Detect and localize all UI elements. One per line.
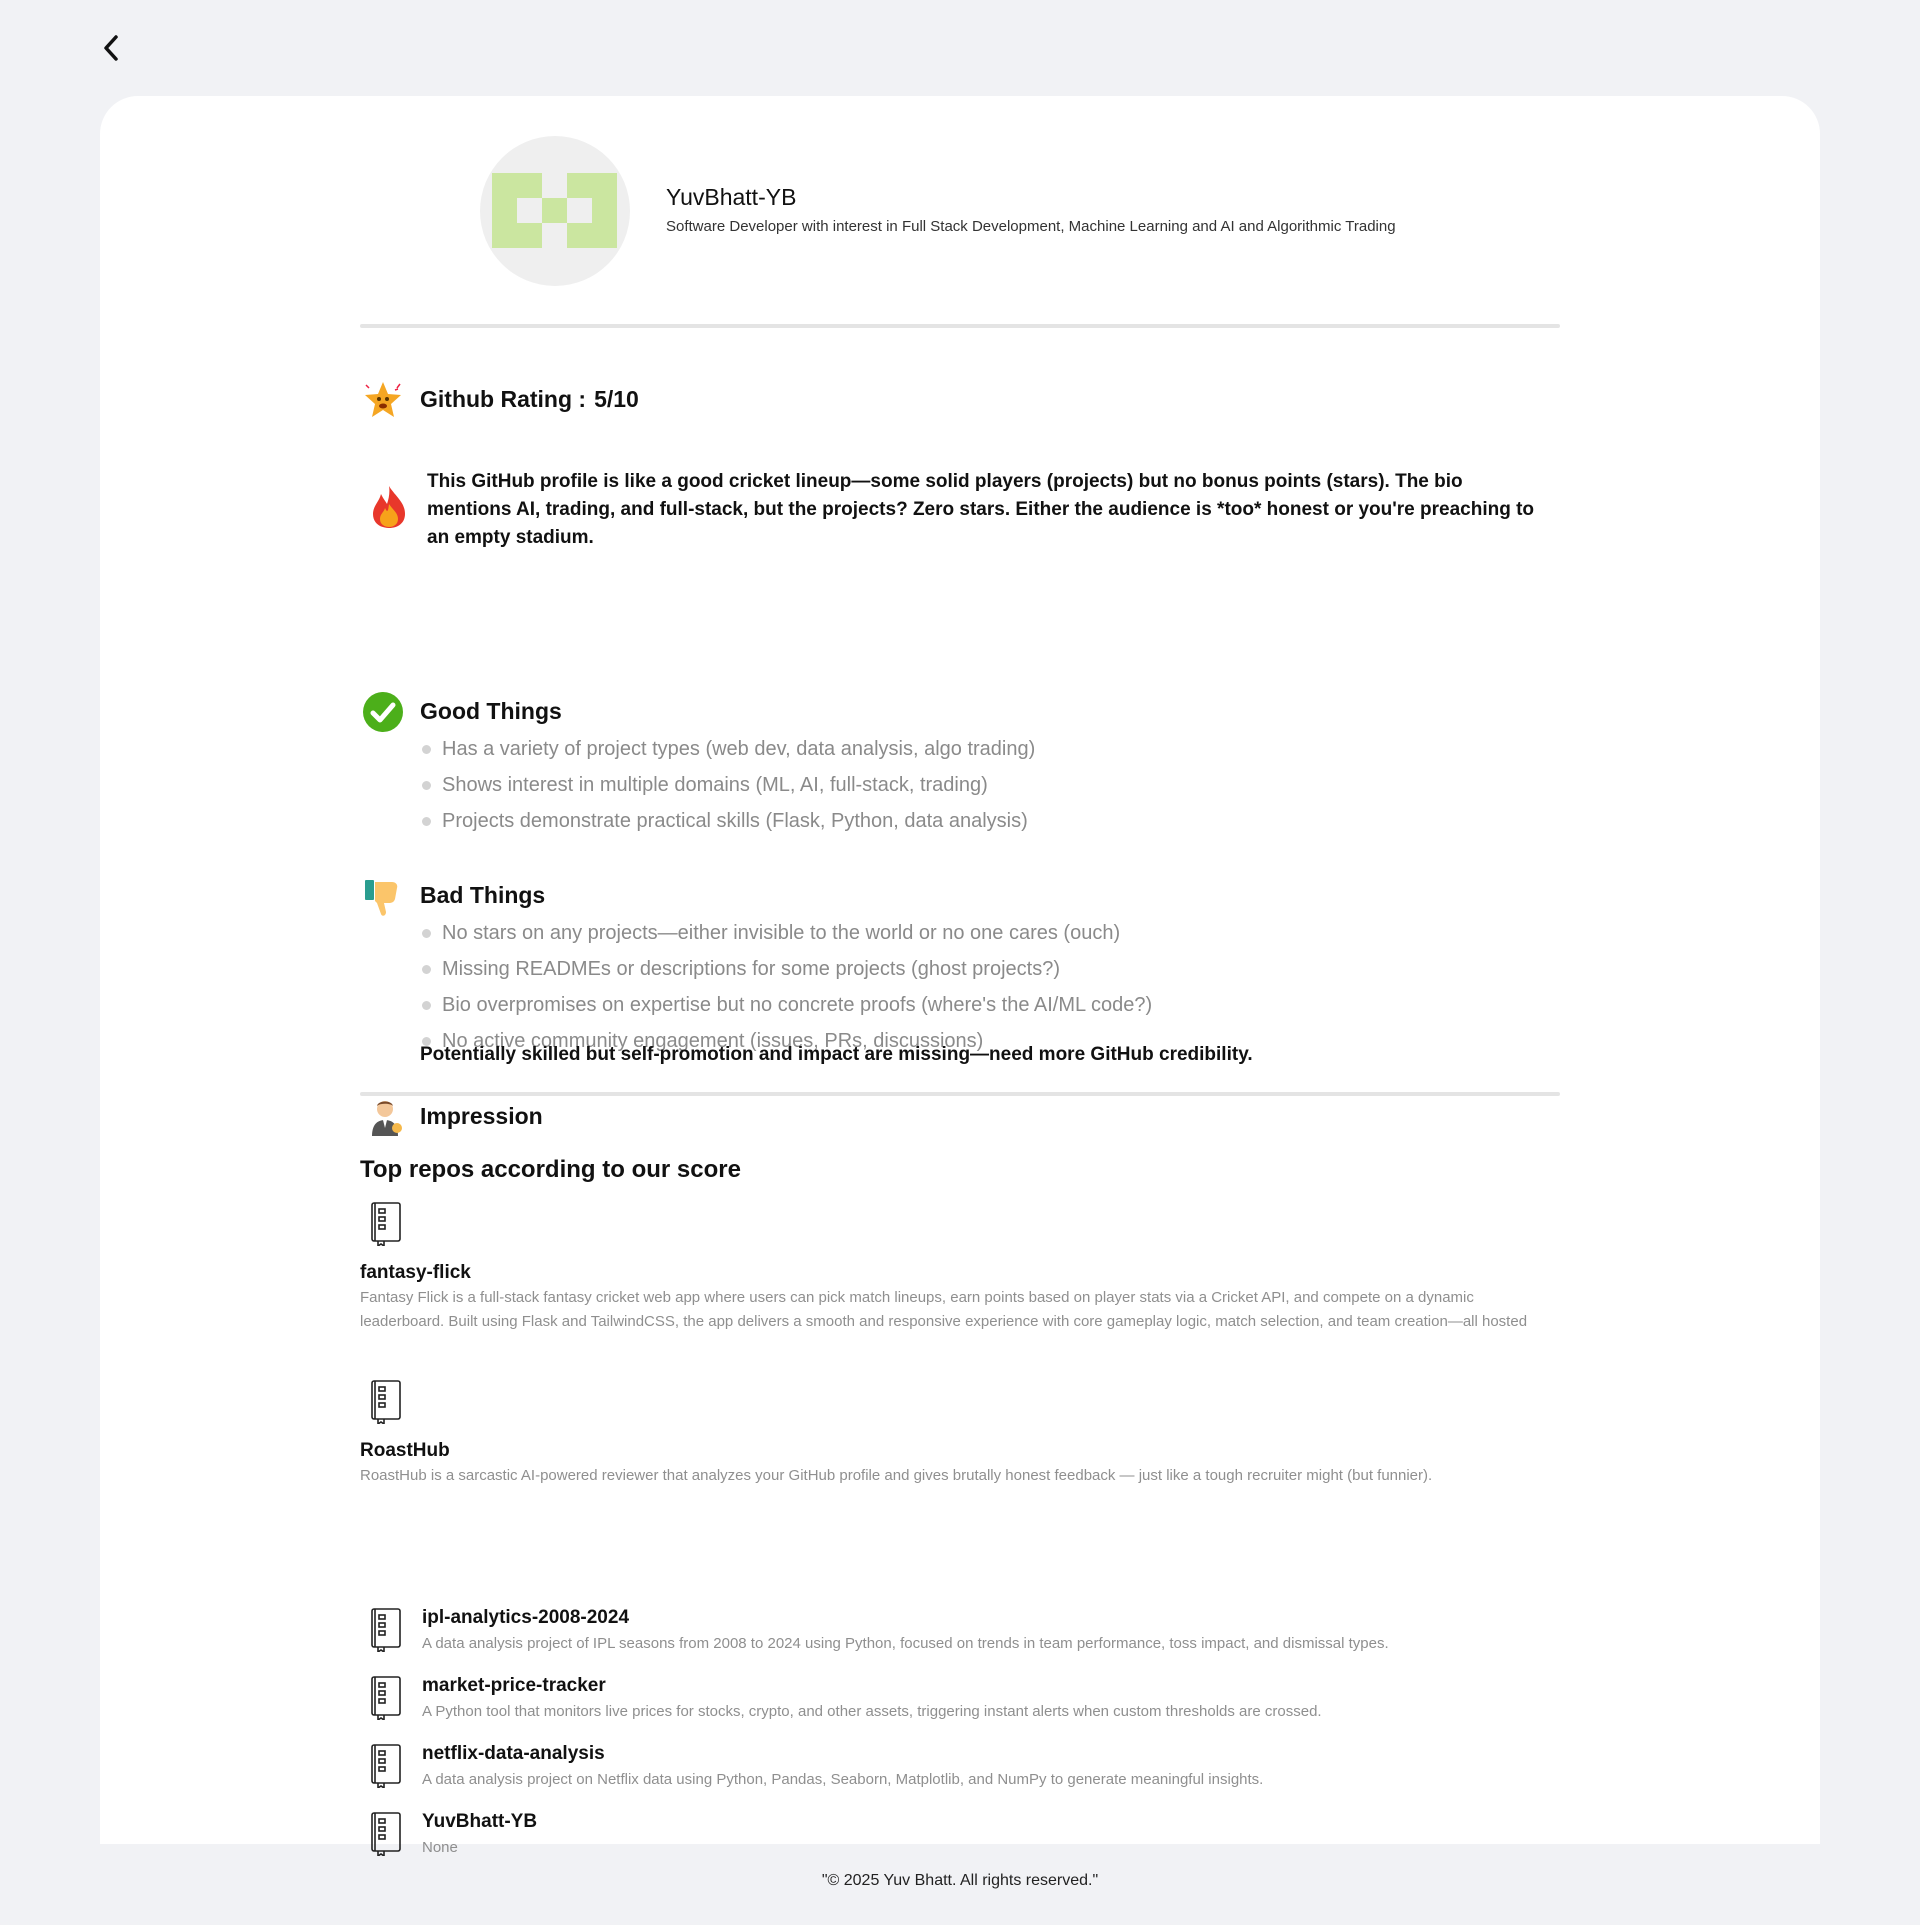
- chevron-left-icon: [104, 35, 118, 61]
- book-icon: [364, 1200, 410, 1248]
- divider: [360, 1092, 1560, 1096]
- list-item: Projects demonstrate practical skills (F…: [420, 803, 1035, 839]
- rating-label: Github Rating :: [420, 386, 587, 412]
- repo-description: Fantasy Flick is a full-stack fantasy cr…: [360, 1289, 1528, 1330]
- bad-things-list: No stars on any projects—either invisibl…: [420, 915, 1152, 1059]
- impression-text: Potentially skilled but self-promotion a…: [420, 1044, 1253, 1065]
- person-icon: [364, 1096, 406, 1138]
- star-face-icon: [362, 379, 404, 421]
- repo-description: None: [422, 1839, 458, 1856]
- github-rating: Github Rating : 5/10: [420, 386, 639, 413]
- profile-header: YuvBhatt-YB Software Developer with inte…: [480, 136, 1480, 288]
- top-repos-title: Top repos according to our score: [360, 1156, 741, 1183]
- thumbs-down-icon: [362, 877, 404, 919]
- list-item: Shows interest in multiple domains (ML, …: [420, 767, 1035, 803]
- repo-name[interactable]: RoastHub: [360, 1440, 450, 1462]
- bad-things-title: Bad Things: [420, 882, 546, 908]
- fire-icon: [368, 486, 410, 528]
- repo-description: A data analysis project of IPL seasons f…: [422, 1635, 1389, 1652]
- profile-name: YuvBhatt-YB: [666, 184, 797, 210]
- profile-bio: Software Developer with interest in Full…: [666, 218, 1396, 235]
- divider: [360, 324, 1560, 328]
- repo-description: A Python tool that monitors live prices …: [422, 1703, 1322, 1720]
- book-icon: [364, 1378, 410, 1426]
- repo-name[interactable]: market-price-tracker: [422, 1675, 606, 1697]
- book-icon: [364, 1606, 410, 1654]
- rating-value: 5/10: [594, 386, 639, 412]
- list-item: No stars on any projects—either invisibl…: [420, 915, 1152, 951]
- repo-name[interactable]: fantasy-flick: [360, 1262, 471, 1284]
- check-icon: [362, 691, 404, 733]
- list-item: Missing READMEs or descriptions for some…: [420, 951, 1152, 987]
- book-icon: [364, 1810, 410, 1858]
- roast-text: This GitHub profile is like a good crick…: [427, 471, 1535, 548]
- avatar: [480, 136, 630, 286]
- impression-title: Impression: [420, 1103, 543, 1129]
- repo-description: A data analysis project on Netflix data …: [422, 1771, 1264, 1788]
- book-icon: [364, 1674, 410, 1722]
- list-item: Bio overpromises on expertise but no con…: [420, 987, 1152, 1023]
- back-button[interactable]: [96, 30, 126, 66]
- book-icon: [364, 1742, 410, 1790]
- repo-name[interactable]: YuvBhatt-YB: [422, 1811, 537, 1833]
- repo-description: RoastHub is a sarcastic AI-powered revie…: [360, 1467, 1433, 1484]
- footer-copyright: "© 2025 Yuv Bhatt. All rights reserved.": [821, 1872, 1099, 1889]
- profile-card: YuvBhatt-YB Software Developer with inte…: [100, 96, 1820, 1858]
- list-item: Has a variety of project types (web dev,…: [420, 731, 1035, 767]
- repo-name[interactable]: ipl-analytics-2008-2024: [422, 1607, 629, 1629]
- good-things-list: Has a variety of project types (web dev,…: [420, 731, 1035, 839]
- repo-name[interactable]: netflix-data-analysis: [422, 1743, 605, 1765]
- good-things-title: Good Things: [420, 698, 562, 724]
